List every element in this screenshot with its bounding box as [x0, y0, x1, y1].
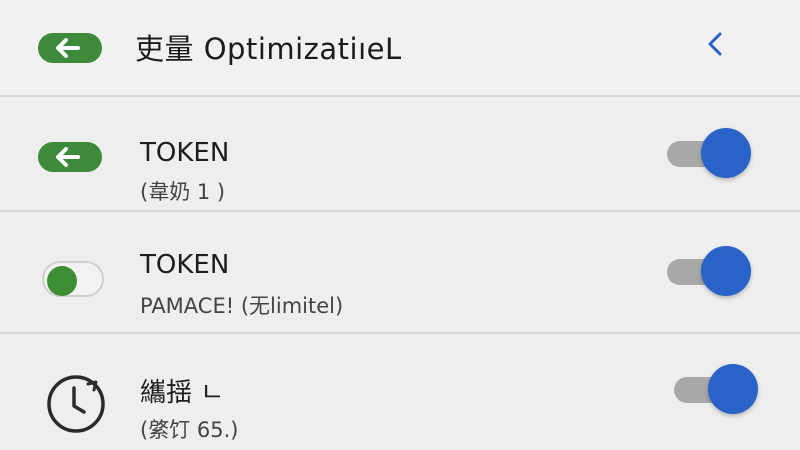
back-arrow-button[interactable]	[38, 142, 102, 172]
clock-icon	[44, 372, 108, 440]
switch-thumb	[701, 246, 751, 296]
row-title: TOKEN	[140, 138, 230, 168]
chevron-left-icon	[708, 32, 722, 56]
row-title: TOKEN	[140, 250, 230, 280]
back-arrow-icon	[56, 147, 80, 167]
switch-thumb	[708, 364, 758, 414]
collapse-button[interactable]	[700, 26, 730, 62]
row-subtitle: PAMACE! (无limitel)	[140, 294, 344, 318]
switch-thumb	[701, 128, 751, 178]
setting-row-token-1: TOKEN (韋奶 1 )	[0, 100, 800, 212]
back-arrow-icon	[56, 38, 80, 58]
toggle-icon[interactable]	[42, 261, 104, 297]
page-title: 吏量 OptimizatiıeL	[135, 32, 402, 66]
toggle-switch[interactable]	[674, 364, 758, 414]
back-button[interactable]	[38, 33, 102, 63]
toggle-knob	[47, 266, 77, 296]
toggle-switch[interactable]	[667, 128, 751, 178]
setting-row-token-2: TOKEN PAMACE! (无limitel) ✕	[0, 222, 800, 334]
setting-row-timer: 纗揺 ㄴ (綮饤 65.)	[0, 340, 800, 450]
toggle-switch[interactable]	[667, 246, 751, 296]
row-subtitle: (綮饤 65.)	[140, 418, 239, 442]
row-title: 纗揺 ㄴ	[140, 378, 225, 408]
app-header: 吏量 OptimizatiıeL	[0, 0, 800, 97]
row-subtitle: (韋奶 1 )	[140, 180, 226, 204]
